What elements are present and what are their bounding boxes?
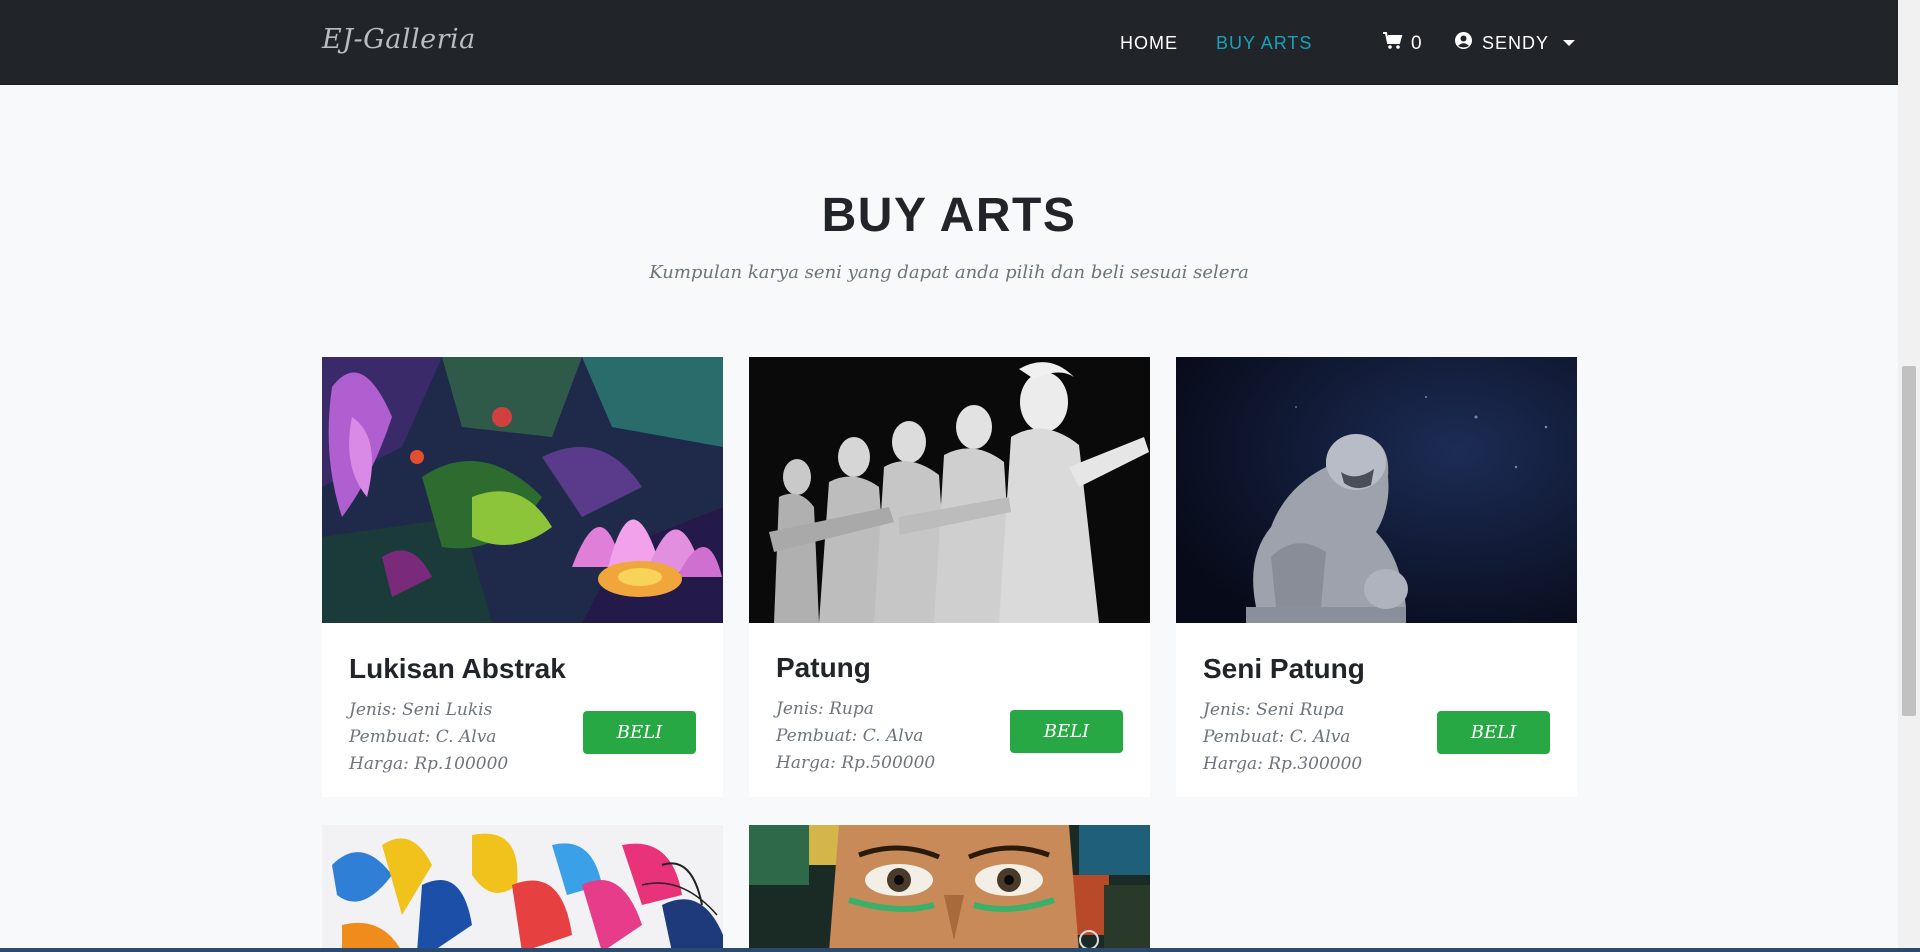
cart-count: 0 <box>1411 33 1422 54</box>
mural-face-image[interactable] <box>749 825 1150 952</box>
product-price: Harga: Rp.100000 <box>349 754 509 774</box>
product-meta: Jenis: Rupa Pembuat: C. Alva Harga: Rp.5… <box>776 696 935 777</box>
navbar: EJ-Galleria HOME BUY ARTS 0 SENDY <box>0 0 1898 85</box>
product-card <box>322 825 723 952</box>
buy-button[interactable]: BELI <box>583 711 696 754</box>
product-type: Jenis: Seni Lukis <box>349 700 493 720</box>
product-card: Patung Jenis: Rupa Pembuat: C. Alva Harg… <box>749 357 1150 797</box>
card-body: Patung Jenis: Rupa Pembuat: C. Alva Harg… <box>749 623 1150 797</box>
page: EJ-Galleria HOME BUY ARTS 0 SENDY BUY AR… <box>0 0 1898 952</box>
product-type: Jenis: Seni Rupa <box>1203 700 1345 720</box>
product-card <box>749 825 1150 952</box>
buy-button[interactable]: BELI <box>1437 711 1550 754</box>
page-subtitle: Kumpulan karya seni yang dapat anda pili… <box>649 262 1249 283</box>
color-splash-painting-image[interactable] <box>322 825 723 952</box>
shopping-cart-icon <box>1383 32 1403 56</box>
vertical-scrollbar[interactable] <box>1898 0 1920 952</box>
product-meta: Jenis: Seni Rupa Pembuat: C. Alva Harga:… <box>1203 697 1362 778</box>
buy-button[interactable]: BELI <box>1010 710 1123 753</box>
card-body: Seni Patung Jenis: Seni Rupa Pembuat: C.… <box>1176 623 1577 797</box>
caret-down-icon <box>1563 40 1576 46</box>
user-dropdown[interactable]: SENDY <box>1455 32 1576 54</box>
lion-statue-image[interactable] <box>1176 357 1577 623</box>
abstract-painting-image[interactable] <box>322 357 723 623</box>
page-title: BUY ARTS <box>821 189 1077 242</box>
card-body: Lukisan Abstrak Jenis: Seni Lukis Pembua… <box>322 623 723 797</box>
product-meta: Jenis: Seni Lukis Pembuat: C. Alva Harga… <box>349 697 508 778</box>
cart-button[interactable]: 0 <box>1383 32 1422 56</box>
product-maker: Pembuat: C. Alva <box>776 726 924 746</box>
product-maker: Pembuat: C. Alva <box>349 727 497 747</box>
product-card: Seni Patung Jenis: Seni Rupa Pembuat: C.… <box>1176 357 1577 797</box>
scrollbar-thumb[interactable] <box>1902 366 1916 716</box>
product-title[interactable]: Seni Patung <box>1203 653 1365 685</box>
user-name: SENDY <box>1482 32 1550 53</box>
product-title[interactable]: Lukisan Abstrak <box>349 653 566 685</box>
user-circle-icon <box>1455 32 1472 54</box>
product-maker: Pembuat: C. Alva <box>1203 727 1351 747</box>
nav-buy-arts-link[interactable]: BUY ARTS <box>1216 33 1312 54</box>
nav-home-link[interactable]: HOME <box>1120 33 1178 54</box>
window-bottom-edge <box>0 948 1920 952</box>
statue-photo-image[interactable] <box>749 357 1150 623</box>
brand-logo[interactable]: EJ-Galleria <box>322 24 476 55</box>
product-price: Harga: Rp.500000 <box>776 753 936 773</box>
product-title[interactable]: Patung <box>776 652 871 684</box>
product-price: Harga: Rp.300000 <box>1203 754 1363 774</box>
product-type: Jenis: Rupa <box>776 699 874 719</box>
product-card: Lukisan Abstrak Jenis: Seni Lukis Pembua… <box>322 357 723 797</box>
